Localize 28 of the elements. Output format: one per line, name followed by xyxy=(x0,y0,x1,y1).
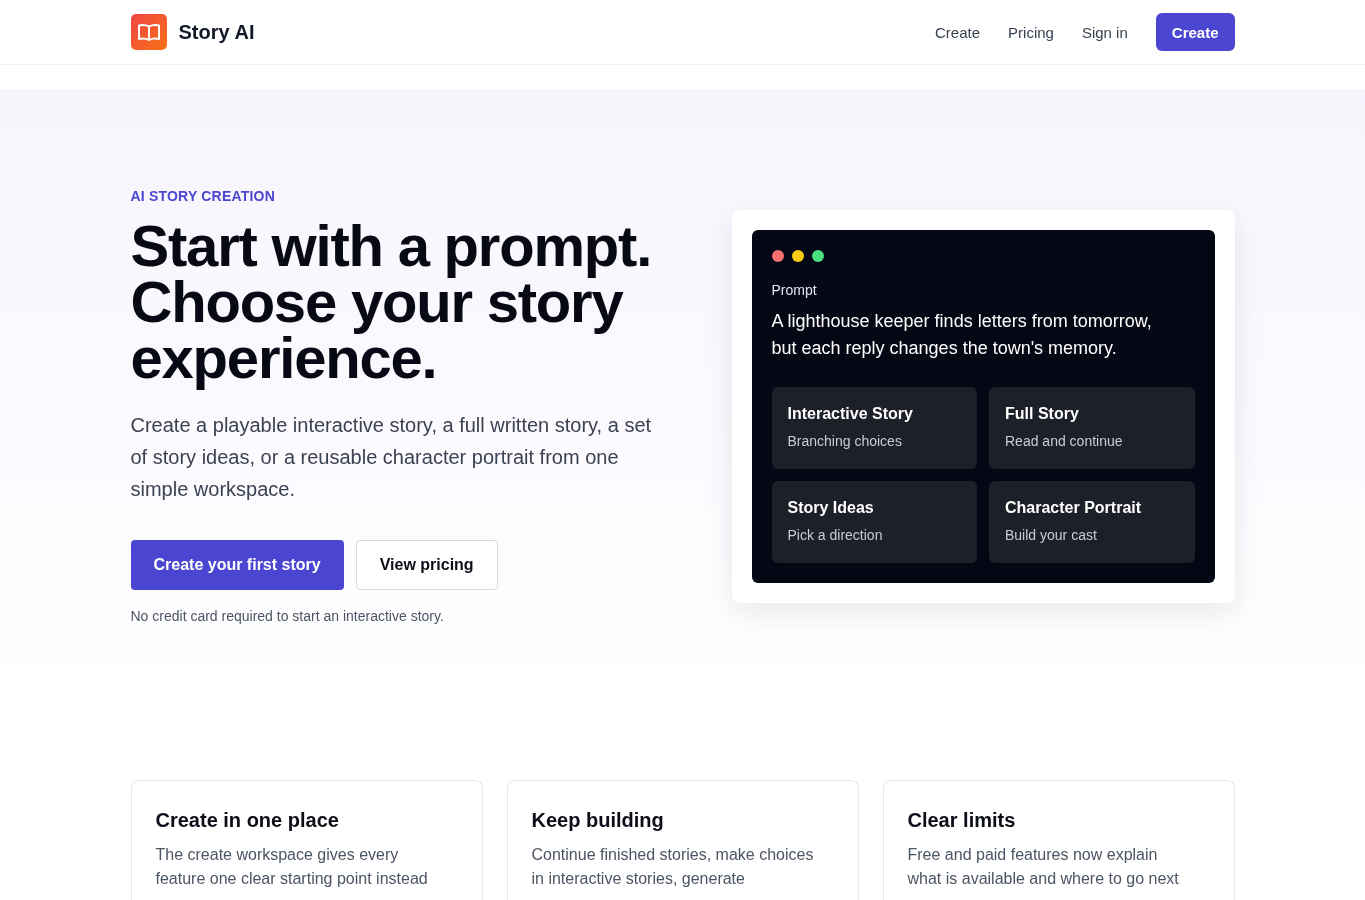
brand-name: Story AI xyxy=(178,20,255,44)
book-logo-icon xyxy=(130,14,167,50)
nav-link[interactable]: Sign in xyxy=(1081,23,1128,41)
create-button[interactable]: Create xyxy=(1155,13,1235,51)
feature-text: Continue finished stories, make choices in interactive stories, generate xyxy=(531,845,815,889)
feature-text: The create workspace gives every feature one clear starting point instead xyxy=(155,845,429,889)
tile-subtitle: Pick a direction xyxy=(787,525,884,545)
feature-title: Keep building xyxy=(531,808,665,833)
tile-subtitle: Branching choices xyxy=(787,431,903,451)
create-story-button[interactable]: Create your first story xyxy=(130,540,344,590)
view-pricing-button[interactable]: View pricing xyxy=(355,540,498,590)
eyebrow-text: AI STORY CREATION xyxy=(130,187,276,206)
nav-link[interactable]: Create xyxy=(935,23,981,41)
tile-title: Interactive Story xyxy=(787,403,914,424)
prompt-label: Prompt xyxy=(771,280,818,300)
prompt-text: A lighthouse keeper finds letters from tomorrow, but each reply changes the town's memory. xyxy=(771,309,1153,360)
nav-link[interactable]: Pricing xyxy=(1008,23,1054,41)
note-text: No credit card required to start an interactive story. xyxy=(130,607,445,626)
feature-text: Free and paid features now explain what is available and where to go next xyxy=(907,845,1180,889)
tile-subtitle: Build your cast xyxy=(1005,525,1098,545)
feature-title: Create in one place xyxy=(155,808,340,833)
tile-title: Full Story xyxy=(1005,403,1080,424)
window-dots-icon xyxy=(771,249,824,262)
feature-title: Clear limits xyxy=(907,808,1017,833)
hero-description: Create a playable interactive story, a full written story, a set of story ideas, or a reusable character portrait from one simple workspace. xyxy=(130,413,653,502)
tile-title: Story Ideas xyxy=(787,497,875,518)
tile-title: Character Portrait xyxy=(1005,497,1143,518)
tile-subtitle: Read and continue xyxy=(1005,431,1124,451)
